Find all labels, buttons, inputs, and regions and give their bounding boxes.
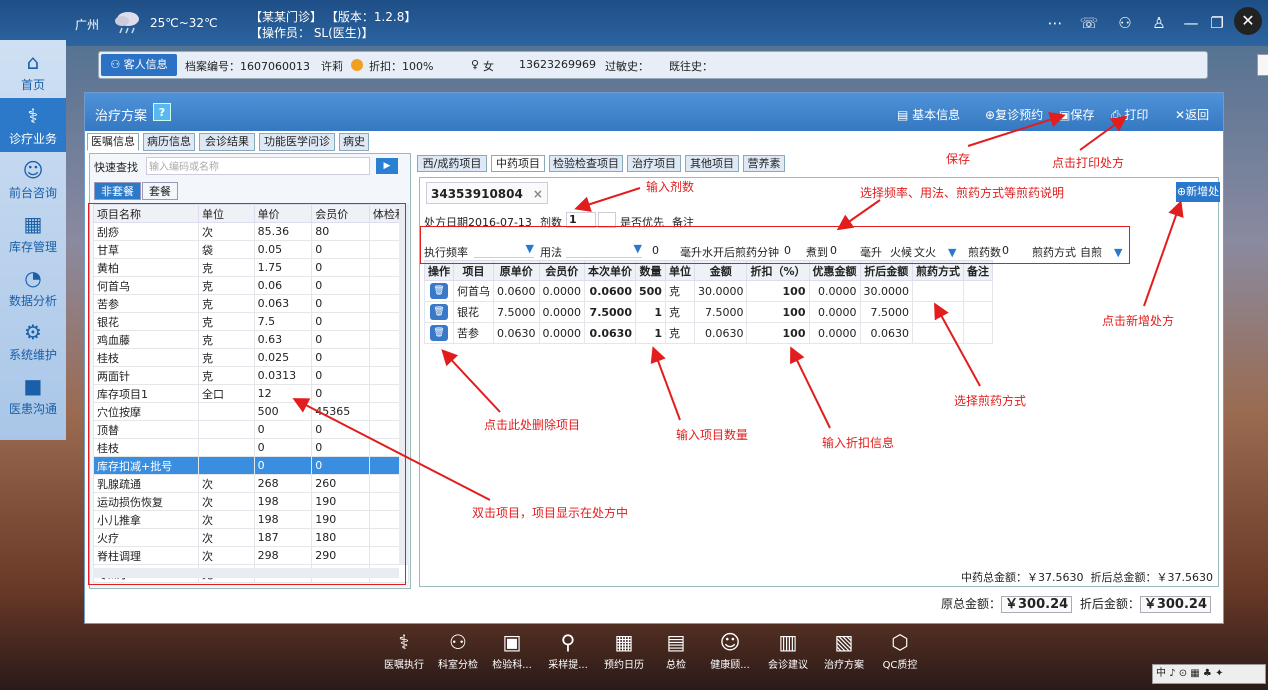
- annotation-arrows: [292, 112, 1184, 501]
